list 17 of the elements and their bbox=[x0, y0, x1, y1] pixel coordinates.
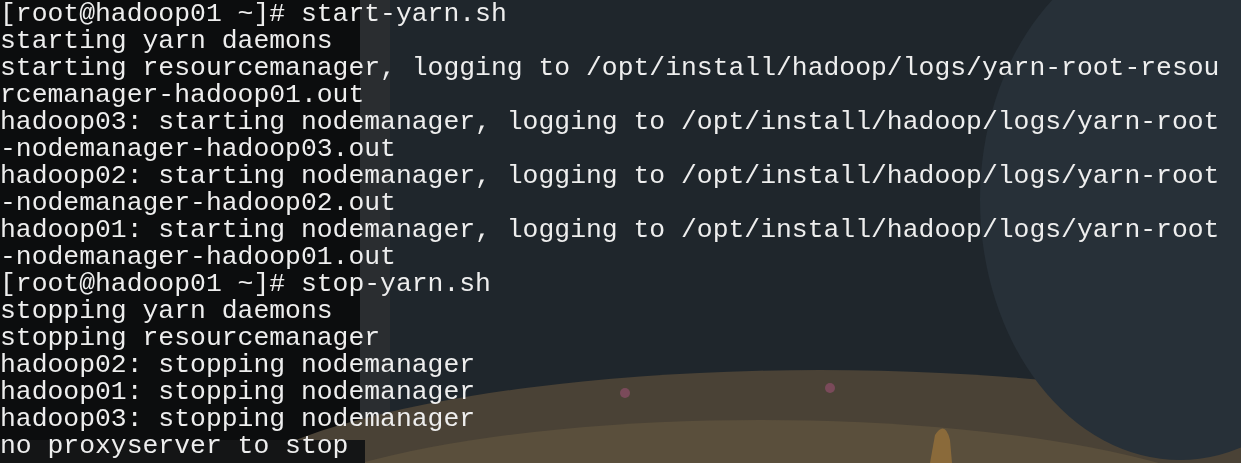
terminal-line: stopping yarn daemons bbox=[0, 298, 333, 325]
terminal-line: hadoop02: stopping nodemanager bbox=[0, 352, 476, 379]
terminal-line: starting yarn daemons bbox=[0, 28, 333, 55]
terminal-line: hadoop01: starting nodemanager, logging to /opt/install/hadoop/logs/yarn-root bbox=[0, 217, 1220, 244]
terminal-line: no proxyserver to stop bbox=[0, 433, 349, 460]
terminal-line: hadoop01: stopping nodemanager bbox=[0, 379, 476, 406]
terminal-line: -nodemanager-hadoop03.out bbox=[0, 136, 396, 163]
terminal-line: hadoop02: starting nodemanager, logging to /opt/install/hadoop/logs/yarn-root bbox=[0, 163, 1220, 190]
terminal-line: [root@hadoop01 ~]# start-yarn.sh bbox=[0, 1, 507, 28]
terminal-line: hadoop03: stopping nodemanager bbox=[0, 406, 476, 433]
terminal-line: rcemanager-hadoop01.out bbox=[0, 82, 365, 109]
terminal-line: -nodemanager-hadoop01.out bbox=[0, 244, 396, 271]
terminal-line: [root@hadoop01 ~]# stop-yarn.sh bbox=[0, 271, 491, 298]
terminal-line: hadoop03: starting nodemanager, logging to /opt/install/hadoop/logs/yarn-root bbox=[0, 109, 1220, 136]
terminal-line: -nodemanager-hadoop02.out bbox=[0, 190, 396, 217]
terminal-line: stopping resourcemanager bbox=[0, 325, 381, 352]
terminal-line: starting resourcemanager, logging to /opt/install/hadoop/logs/yarn-root-resou bbox=[0, 55, 1220, 82]
